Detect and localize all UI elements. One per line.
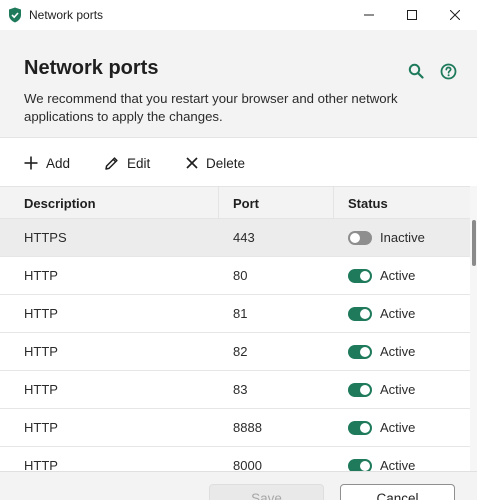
column-divider[interactable] (218, 187, 219, 219)
row-status: Inactive (380, 230, 425, 245)
row-port: 443 (233, 230, 255, 245)
help-button[interactable] (437, 60, 459, 82)
search-button[interactable] (405, 60, 427, 82)
status-toggle[interactable] (348, 459, 372, 471)
column-header-status[interactable]: Status (348, 196, 388, 211)
table-row[interactable]: HTTP 82 Active (0, 333, 470, 371)
table-row[interactable]: HTTP 81 Active (0, 295, 470, 333)
table-row[interactable]: HTTP 8000 Active (0, 447, 470, 471)
minimize-icon (364, 14, 374, 16)
column-header-port[interactable]: Port (233, 196, 259, 211)
row-description: HTTP (24, 458, 58, 471)
row-description: HTTP (24, 268, 58, 283)
title-bar: Network ports (0, 0, 477, 30)
delete-label: Delete (206, 155, 246, 171)
table-row[interactable]: HTTP 8888 Active (0, 409, 470, 447)
table-row[interactable]: HTTP 80 Active (0, 257, 470, 295)
table-row[interactable]: HTTPS 443 Inactive (0, 219, 470, 257)
row-port: 82 (233, 344, 248, 359)
status-toggle[interactable] (348, 307, 372, 321)
row-port: 81 (233, 306, 248, 321)
row-status: Active (380, 382, 416, 397)
maximize-icon (407, 10, 417, 20)
row-status: Active (380, 344, 416, 359)
window-title: Network ports (29, 8, 104, 22)
add-button[interactable]: Add (24, 153, 70, 173)
status-toggle[interactable] (348, 231, 372, 245)
pencil-icon (105, 156, 118, 170)
delete-button[interactable]: Delete (186, 153, 245, 173)
close-icon (450, 10, 460, 20)
close-button[interactable] (432, 0, 477, 30)
row-description: HTTP (24, 420, 58, 435)
row-description: HTTPS (24, 230, 67, 245)
toolbar: Add Edit Delete (0, 139, 477, 186)
minimize-button[interactable] (346, 0, 392, 30)
status-toggle[interactable] (348, 269, 372, 283)
plus-icon (24, 156, 38, 170)
restart-hint: We recommend that you restart your brows… (24, 91, 398, 124)
cancel-button[interactable]: Cancel (340, 484, 455, 500)
table-header: Description Port Status (0, 186, 470, 219)
table-scrollbar[interactable] (470, 186, 477, 471)
edit-button[interactable]: Edit (104, 153, 150, 173)
row-port: 8888 (233, 420, 262, 435)
ports-table: Description Port Status HTTPS 443 Inacti… (0, 186, 470, 471)
edit-label: Edit (127, 155, 151, 171)
scrollbar-thumb[interactable] (472, 220, 476, 266)
row-port: 8000 (233, 458, 262, 471)
row-port: 80 (233, 268, 248, 283)
table-row[interactable]: HTTP 83 Active (0, 371, 470, 409)
column-divider[interactable] (333, 187, 334, 219)
row-description: HTTP (24, 382, 58, 397)
x-icon (186, 157, 198, 169)
column-header-description[interactable]: Description (24, 196, 96, 211)
row-description: HTTP (24, 306, 58, 321)
search-icon (408, 63, 424, 79)
status-toggle[interactable] (348, 383, 372, 397)
row-description: HTTP (24, 344, 58, 359)
dialog-footer: Save Cancel (0, 471, 477, 500)
maximize-button[interactable] (389, 0, 435, 30)
help-icon (440, 63, 456, 79)
add-label: Add (46, 155, 71, 171)
row-status: Active (380, 268, 416, 283)
shield-icon (8, 7, 22, 23)
page-header: Network ports We recommend that you rest… (0, 30, 477, 138)
status-toggle[interactable] (348, 345, 372, 359)
page-title: Network ports (24, 57, 159, 79)
row-status: Active (380, 420, 416, 435)
status-toggle[interactable] (348, 421, 372, 435)
save-button[interactable]: Save (209, 484, 324, 500)
row-status: Active (380, 306, 416, 321)
row-port: 83 (233, 382, 248, 397)
row-status: Active (380, 458, 416, 471)
